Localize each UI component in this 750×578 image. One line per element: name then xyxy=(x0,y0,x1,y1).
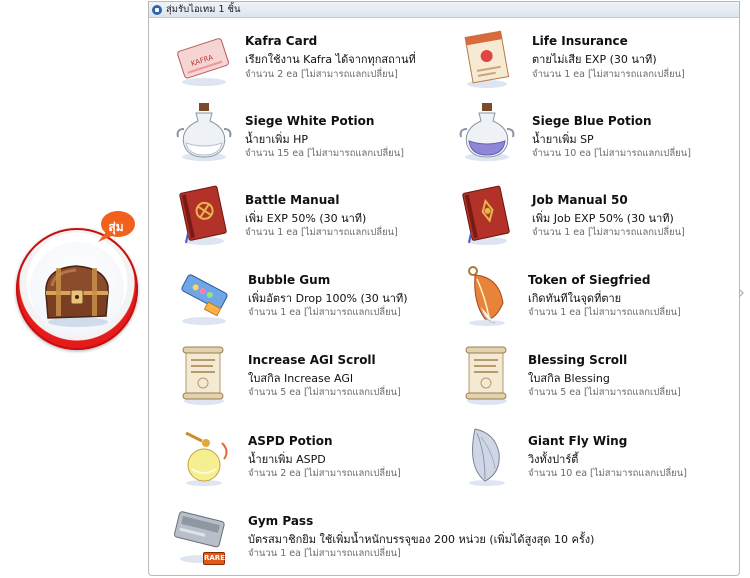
panel-header: สุ่มรับไอเทม 1 ชิ้น xyxy=(149,2,739,18)
item-qty: จำนวน 1 ea [ไม่สามารถแลกเปลี่ยน] xyxy=(248,548,401,559)
scroll-icon xyxy=(465,346,507,405)
life-insurance-icon xyxy=(464,30,510,88)
list-item: Siege White Potion น้ำยาเพิ่ม HP จำนวน 1… xyxy=(172,99,442,165)
item-qty: จำนวน 1 ea [ไม่สามารถแลกเปลี่ยน] xyxy=(248,307,401,318)
bubble-gum-icon xyxy=(181,274,228,325)
list-item: Life Insurance ตายไม่เสีย EXP (30 นาที) … xyxy=(455,28,735,94)
item-qty: จำนวน 5 ea [ไม่สามารถแลกเปลี่ยน] xyxy=(528,387,681,398)
list-item: ASPD Potion น้ำยาเพิ่ม ASPD จำนวน 2 ea [… xyxy=(172,423,452,489)
item-name: Kafra Card xyxy=(245,34,318,48)
item-name: Siege Blue Potion xyxy=(532,114,652,128)
white-potion-icon xyxy=(176,103,232,161)
list-item: Giant Fly Wing วิงทั้งปาร์ตี้ จำนวน 10 e… xyxy=(455,423,735,489)
item-desc: เรียกใช้งาน Kafra ได้จากทุกสถานที่ xyxy=(245,53,416,66)
list-item: Siege Blue Potion น้ำยาเพิ่ม SP จำนวน 10… xyxy=(455,99,735,165)
item-qty: จำนวน 2 ea [ไม่สามารถแลกเปลี่ยน] xyxy=(245,69,398,80)
rare-tag: RARE xyxy=(203,552,225,565)
item-qty: จำนวน 5 ea [ไม่สามารถแลกเปลี่ยน] xyxy=(248,387,401,398)
list-item: Blessing Scroll ใบสกิล Blessing จำนวน 5 … xyxy=(455,343,735,409)
item-qty: จำนวน 10 ea [ไม่สามารถแลกเปลี่ยน] xyxy=(528,468,687,479)
item-desc: ตายไม่เสีย EXP (30 นาที) xyxy=(532,53,657,66)
info-icon xyxy=(152,4,162,15)
item-qty: จำนวน 1 ea [ไม่สามารถแลกเปลี่ยน] xyxy=(532,227,685,238)
panel-title: สุ่มรับไอเทม 1 ชิ้น xyxy=(166,4,241,15)
list-item: Increase AGI Scroll ใบสกิล Increase AGI … xyxy=(172,343,452,409)
treasure-chest-icon xyxy=(45,265,109,327)
blue-potion-icon xyxy=(459,103,515,161)
item-name: Blessing Scroll xyxy=(528,353,628,367)
badge-label: สุ่ม xyxy=(108,220,124,234)
list-item: Battle Manual เพิ่ม EXP 50% (30 นาที) จำ… xyxy=(172,183,442,249)
feather-token-icon xyxy=(468,266,505,326)
list-item: KAFRA Kafra Card เรียกใช้งาน Kafra ได้จา… xyxy=(172,28,442,94)
item-name: ASPD Potion xyxy=(248,434,333,448)
list-item: Token of Siegfried เกิดทันทีในจุดที่ตาย … xyxy=(455,263,735,329)
item-name: Siege White Potion xyxy=(245,114,375,128)
item-qty: จำนวน 1 ea [ไม่สามารถแลกเปลี่ยน] xyxy=(245,227,398,238)
fly-wing-icon xyxy=(469,428,505,486)
item-qty: จำนวน 1 ea [ไม่สามารถแลกเปลี่ยน] xyxy=(528,307,681,318)
item-name: Gym Pass xyxy=(248,514,314,528)
battle-manual-icon xyxy=(179,185,227,245)
item-name: Battle Manual xyxy=(245,193,340,207)
list-item: Job Manual 50 เพิ่ม Job EXP 50% (30 นาที… xyxy=(455,183,735,249)
item-qty: จำนวน 1 ea [ไม่สามารถแลกเปลี่ยน] xyxy=(532,69,685,80)
aspd-potion-icon xyxy=(185,431,228,486)
item-name: Job Manual 50 xyxy=(532,193,628,207)
item-name: Giant Fly Wing xyxy=(528,434,628,448)
item-name: Increase AGI Scroll xyxy=(248,353,376,367)
job-manual-icon xyxy=(462,185,510,245)
item-name: Token of Siegfried xyxy=(528,273,651,287)
item-name: Life Insurance xyxy=(532,34,628,48)
list-item: RARE Gym Pass บัตรสมาชิกยิม ใช้เพิ่มน้ำห… xyxy=(172,503,722,569)
item-name: Bubble Gum xyxy=(248,273,331,287)
item-qty: จำนวน 15 ea [ไม่สามารถแลกเปลี่ยน] xyxy=(245,148,404,159)
kafra-card-icon: KAFRA xyxy=(177,38,229,86)
list-item: Bubble Gum เพิ่มอัตรา Drop 100% (30 นาที… xyxy=(172,263,452,329)
item-qty: จำนวน 10 ea [ไม่สามารถแลกเปลี่ยน] xyxy=(532,148,691,159)
random-box-badge: สุ่ม xyxy=(16,210,138,370)
scroll-icon xyxy=(182,346,224,405)
item-qty: จำนวน 2 ea [ไม่สามารถแลกเปลี่ยน] xyxy=(248,468,401,479)
